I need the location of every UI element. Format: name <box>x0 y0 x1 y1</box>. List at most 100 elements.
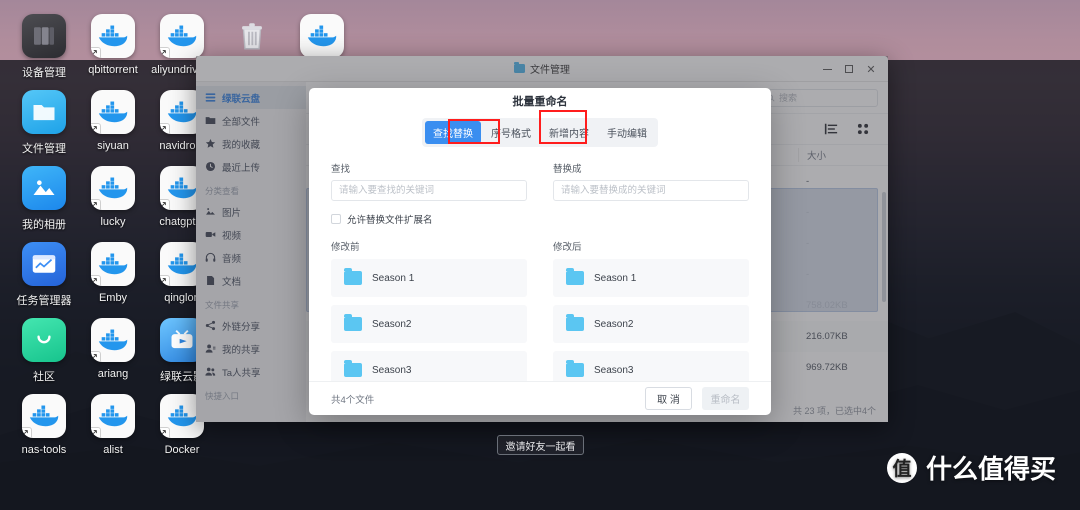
desktop-icon-label: lucky <box>100 216 126 228</box>
docker-icon: ↗ <box>91 90 135 134</box>
docker-icon: ↗ <box>91 394 135 438</box>
allow-extension-label: 允许替换文件扩展名 <box>347 215 433 227</box>
allow-extension-checkbox[interactable] <box>331 214 341 225</box>
shortcut-arrow-icon: ↗ <box>91 123 101 134</box>
find-input[interactable] <box>331 180 527 202</box>
watermark: 值 什么值得买 <box>886 449 1056 486</box>
desktop-icon-12[interactable]: 社区 <box>8 318 80 384</box>
list-item: Season2 <box>553 305 749 344</box>
file-manager-icon <box>22 90 66 134</box>
desktop-icon-13[interactable]: ↗ ariang <box>77 318 149 380</box>
replace-input[interactable] <box>553 180 749 202</box>
desktop-icon-label: siyuan <box>97 140 129 152</box>
desktop-icon-label: 我的相册 <box>22 219 66 231</box>
shortcut-arrow-icon: ↗ <box>160 199 170 210</box>
docker-icon: ↗ <box>91 166 135 210</box>
desktop-icon-label: qbittorrent <box>88 64 138 76</box>
desktop-icon-label: 任务管理器 <box>16 295 72 307</box>
folder-icon <box>344 314 362 332</box>
dialog-footer: 共4个文件 取 消 重命名 <box>309 381 771 415</box>
shortcut-arrow-icon: ↗ <box>22 427 32 438</box>
before-label: 修改前 <box>331 242 360 254</box>
desktop-icon-16[interactable]: ↗ alist <box>77 394 149 456</box>
device-manager-icon <box>22 14 66 58</box>
desktop-icon-10[interactable]: ↗ Emby <box>77 242 149 304</box>
dialog-body: 查找 替换成 允许替换文件扩展名 修改前 修改后 Season 1 <box>309 147 771 382</box>
desktop-icon-label: 文件管理 <box>22 143 66 155</box>
shortcut-arrow-icon: ↗ <box>91 351 101 362</box>
community-icon <box>22 318 66 362</box>
lists-header: 修改前 修改后 <box>331 239 749 253</box>
list-item: Season2 <box>331 305 527 344</box>
desktop-icon-9[interactable]: 任务管理器 <box>8 242 80 308</box>
desktop-icon-4[interactable]: ↗ siyuan <box>77 90 149 152</box>
find-label: 查找 <box>331 164 351 176</box>
desktop-icon-6[interactable]: 我的相册 <box>8 166 80 232</box>
tab-find-replace[interactable]: 查找替换 <box>425 121 481 145</box>
docker-icon: ↗ <box>91 318 135 362</box>
trash-icon[interactable] <box>216 14 288 58</box>
find-replace-fields: 查找 替换成 <box>331 161 749 202</box>
shortcut-arrow-icon: ↗ <box>160 123 170 134</box>
replace-label: 替换成 <box>553 164 582 176</box>
shortcut-arrow-icon: ↗ <box>91 199 101 210</box>
watermark-text: 什么值得买 <box>925 454 1056 484</box>
task-manager-icon <box>22 242 66 286</box>
tab-add-content[interactable]: 新增内容 <box>541 121 597 144</box>
docker-icon: ↗ <box>160 14 204 58</box>
list-item: Season3 <box>331 351 527 382</box>
list-item: Season 1 <box>553 259 749 298</box>
invite-friends-button[interactable]: 邀请好友一起看 <box>497 435 584 455</box>
batch-rename-dialog: 批量重命名 查找替换 序号格式 新增内容 手动编辑 查找 替换成 <box>309 88 771 415</box>
folder-icon <box>344 360 362 378</box>
cancel-button[interactable]: 取 消 <box>645 387 692 411</box>
tab-number-format[interactable]: 序号格式 <box>483 121 539 144</box>
photo-album-icon <box>22 166 66 210</box>
list-item-label: Season3 <box>372 364 412 376</box>
rename-button[interactable]: 重命名 <box>702 387 749 411</box>
dialog-buttons: 取 消 重命名 <box>645 387 749 411</box>
after-label: 修改后 <box>553 242 582 254</box>
desktop-icon-grid: 设备管理 ↗ qbittorrent ↗ aliyundrive-s 文件管理 ↗ s… <box>0 0 220 510</box>
replace-field-group: 替换成 <box>553 161 749 202</box>
docker-icon <box>300 14 344 58</box>
trash-glyph <box>242 23 262 50</box>
dialog-tabs: 查找替换 序号格式 新增内容 手动编辑 <box>309 118 771 148</box>
folder-icon <box>566 314 584 332</box>
list-item-label: Season3 <box>594 364 634 376</box>
before-list: Season 1 Season2 Season3 <box>331 259 527 382</box>
desktop-icon-label: Docker <box>164 444 200 456</box>
desktop-icon-7[interactable]: ↗ lucky <box>77 166 149 228</box>
tab-manual-edit[interactable]: 手动编辑 <box>599 121 655 144</box>
desktop-icon-label: 社区 <box>33 371 55 383</box>
dialog-title: 批量重命名 <box>512 96 568 109</box>
screen: 设备管理 ↗ qbittorrent ↗ aliyundrive-s 文件管理 ↗ s… <box>0 0 1080 510</box>
watermark-logo: 值 <box>886 452 917 483</box>
shortcut-arrow-icon: ↗ <box>160 427 170 438</box>
desktop-icon-label: ariang <box>97 368 129 380</box>
desktop-icon-label: Emby <box>98 292 128 304</box>
tab-group: 查找替换 序号格式 新增内容 手动编辑 <box>422 118 658 148</box>
list-item: Season 1 <box>331 259 527 298</box>
shortcut-arrow-icon: ↗ <box>91 275 101 286</box>
allow-extension-checkbox-row[interactable]: 允许替换文件扩展名 <box>331 212 749 226</box>
folder-icon <box>344 268 362 286</box>
desktop-icon-15[interactable]: ↗ nas-tools <box>8 394 80 456</box>
list-item-label: Season2 <box>594 318 634 330</box>
preview-lists: Season 1 Season2 Season3 Season 1 Season… <box>331 259 749 382</box>
docker-icon: ↗ <box>22 394 66 438</box>
desktop-icon-label: alist <box>103 444 123 456</box>
shortcut-arrow-icon: ↗ <box>91 47 101 58</box>
desktop-icon-3[interactable]: 文件管理 <box>8 90 80 156</box>
list-item: Season3 <box>553 351 749 382</box>
after-list: Season 1 Season2 Season3 <box>553 259 749 382</box>
shortcut-arrow-icon: ↗ <box>160 275 170 286</box>
find-field-group: 查找 <box>331 161 527 202</box>
desktop-icon-1[interactable]: ↗ qbittorrent <box>77 14 149 76</box>
file-count-text: 共4个文件 <box>331 394 375 406</box>
shortcut-arrow-icon: ↗ <box>91 427 101 438</box>
list-item-label: Season 1 <box>372 272 415 284</box>
folder-icon <box>566 268 584 286</box>
desktop-icon-0[interactable]: 设备管理 <box>8 14 80 80</box>
docker-icon: ↗ <box>91 14 135 58</box>
